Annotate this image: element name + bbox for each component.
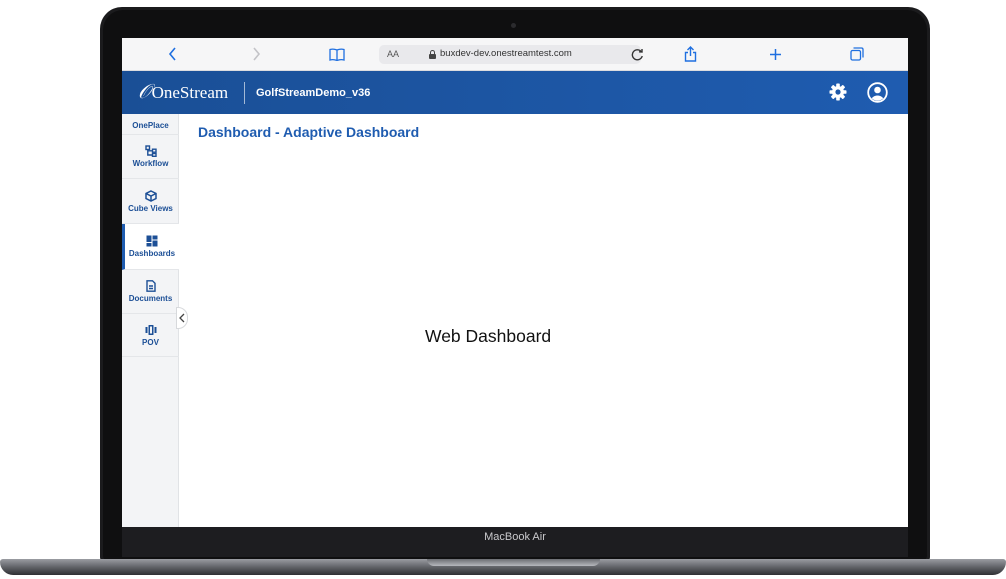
stage: AA buxdev-dev.onestreamtest.com 𝒪 OneStr… xyxy=(0,0,1006,579)
reload-button[interactable] xyxy=(626,45,648,63)
nav-item-label: POV xyxy=(142,337,159,347)
address-bar[interactable]: AA buxdev-dev.onestreamtest.com xyxy=(379,45,641,64)
camera-icon xyxy=(511,23,516,28)
share-icon xyxy=(684,46,696,62)
settings-button[interactable] xyxy=(828,82,848,102)
dashboard-content-text: Web Dashboard xyxy=(425,326,552,346)
user-profile-button[interactable] xyxy=(867,82,888,103)
logo-mark-icon: 𝒪 xyxy=(138,81,151,103)
browser-toolbar: AA buxdev-dev.onestreamtest.com xyxy=(122,38,908,71)
tabs-icon xyxy=(850,47,864,61)
nav-item-workflow[interactable]: Workflow xyxy=(122,135,179,179)
url-text: buxdev-dev.onestreamtest.com xyxy=(440,48,572,59)
header-divider xyxy=(244,82,245,104)
application-name: GolfStreamDemo_v36 xyxy=(256,87,371,99)
workflow-icon xyxy=(144,145,157,157)
app-header: 𝒪 OneStream GolfStreamDemo_v36 xyxy=(122,71,908,114)
lock-icon xyxy=(429,49,436,59)
document-icon xyxy=(145,280,157,292)
onestream-logo[interactable]: 𝒪 OneStream xyxy=(138,81,228,104)
chevron-right-icon xyxy=(252,47,260,61)
nav-item-documents[interactable]: Documents xyxy=(122,270,179,314)
gear-icon xyxy=(829,83,847,101)
nav-item-label: Documents xyxy=(128,294,173,303)
logo-text: OneStream xyxy=(151,82,229,102)
pov-icon xyxy=(145,324,157,336)
nav-item-label: Dashboards xyxy=(128,249,176,258)
share-button[interactable] xyxy=(679,45,701,63)
cube-icon xyxy=(144,189,157,202)
user-icon xyxy=(867,82,888,103)
bookmarks-button[interactable] xyxy=(326,45,348,63)
back-button[interactable] xyxy=(161,45,183,63)
screen: AA buxdev-dev.onestreamtest.com 𝒪 OneStr… xyxy=(122,38,908,527)
nav-item-oneplace[interactable]: OnePlace xyxy=(122,114,179,135)
side-navigation: OnePlace Workflow Cube Views Dashboards xyxy=(122,114,179,527)
tabs-button[interactable] xyxy=(846,45,868,63)
laptop-base-notch xyxy=(427,559,600,566)
new-tab-button[interactable] xyxy=(764,45,786,63)
reload-icon xyxy=(631,48,643,60)
nav-item-pov[interactable]: POV xyxy=(122,314,179,357)
nav-item-label: Workflow xyxy=(132,159,169,168)
dashboard-icon xyxy=(146,235,158,247)
chevron-left-icon xyxy=(179,313,185,323)
chevron-left-icon xyxy=(168,47,176,61)
book-icon xyxy=(329,47,345,61)
nav-item-label: Cube Views xyxy=(128,203,173,213)
laptop-chin: MacBook Air xyxy=(122,527,908,557)
model-label: MacBook Air xyxy=(484,531,546,543)
page-title: Dashboard - Adaptive Dashboard xyxy=(198,124,420,140)
nav-item-label: OnePlace xyxy=(132,120,169,130)
plus-icon xyxy=(769,48,781,60)
url-wrap: buxdev-dev.onestreamtest.com xyxy=(429,48,572,59)
nav-item-dashboards[interactable]: Dashboards xyxy=(122,224,179,270)
collapse-sidebar-button[interactable] xyxy=(176,307,188,329)
forward-button[interactable] xyxy=(245,45,267,63)
reader-aa-button[interactable]: AA xyxy=(387,49,399,59)
nav-item-cube-views[interactable]: Cube Views xyxy=(122,179,179,224)
